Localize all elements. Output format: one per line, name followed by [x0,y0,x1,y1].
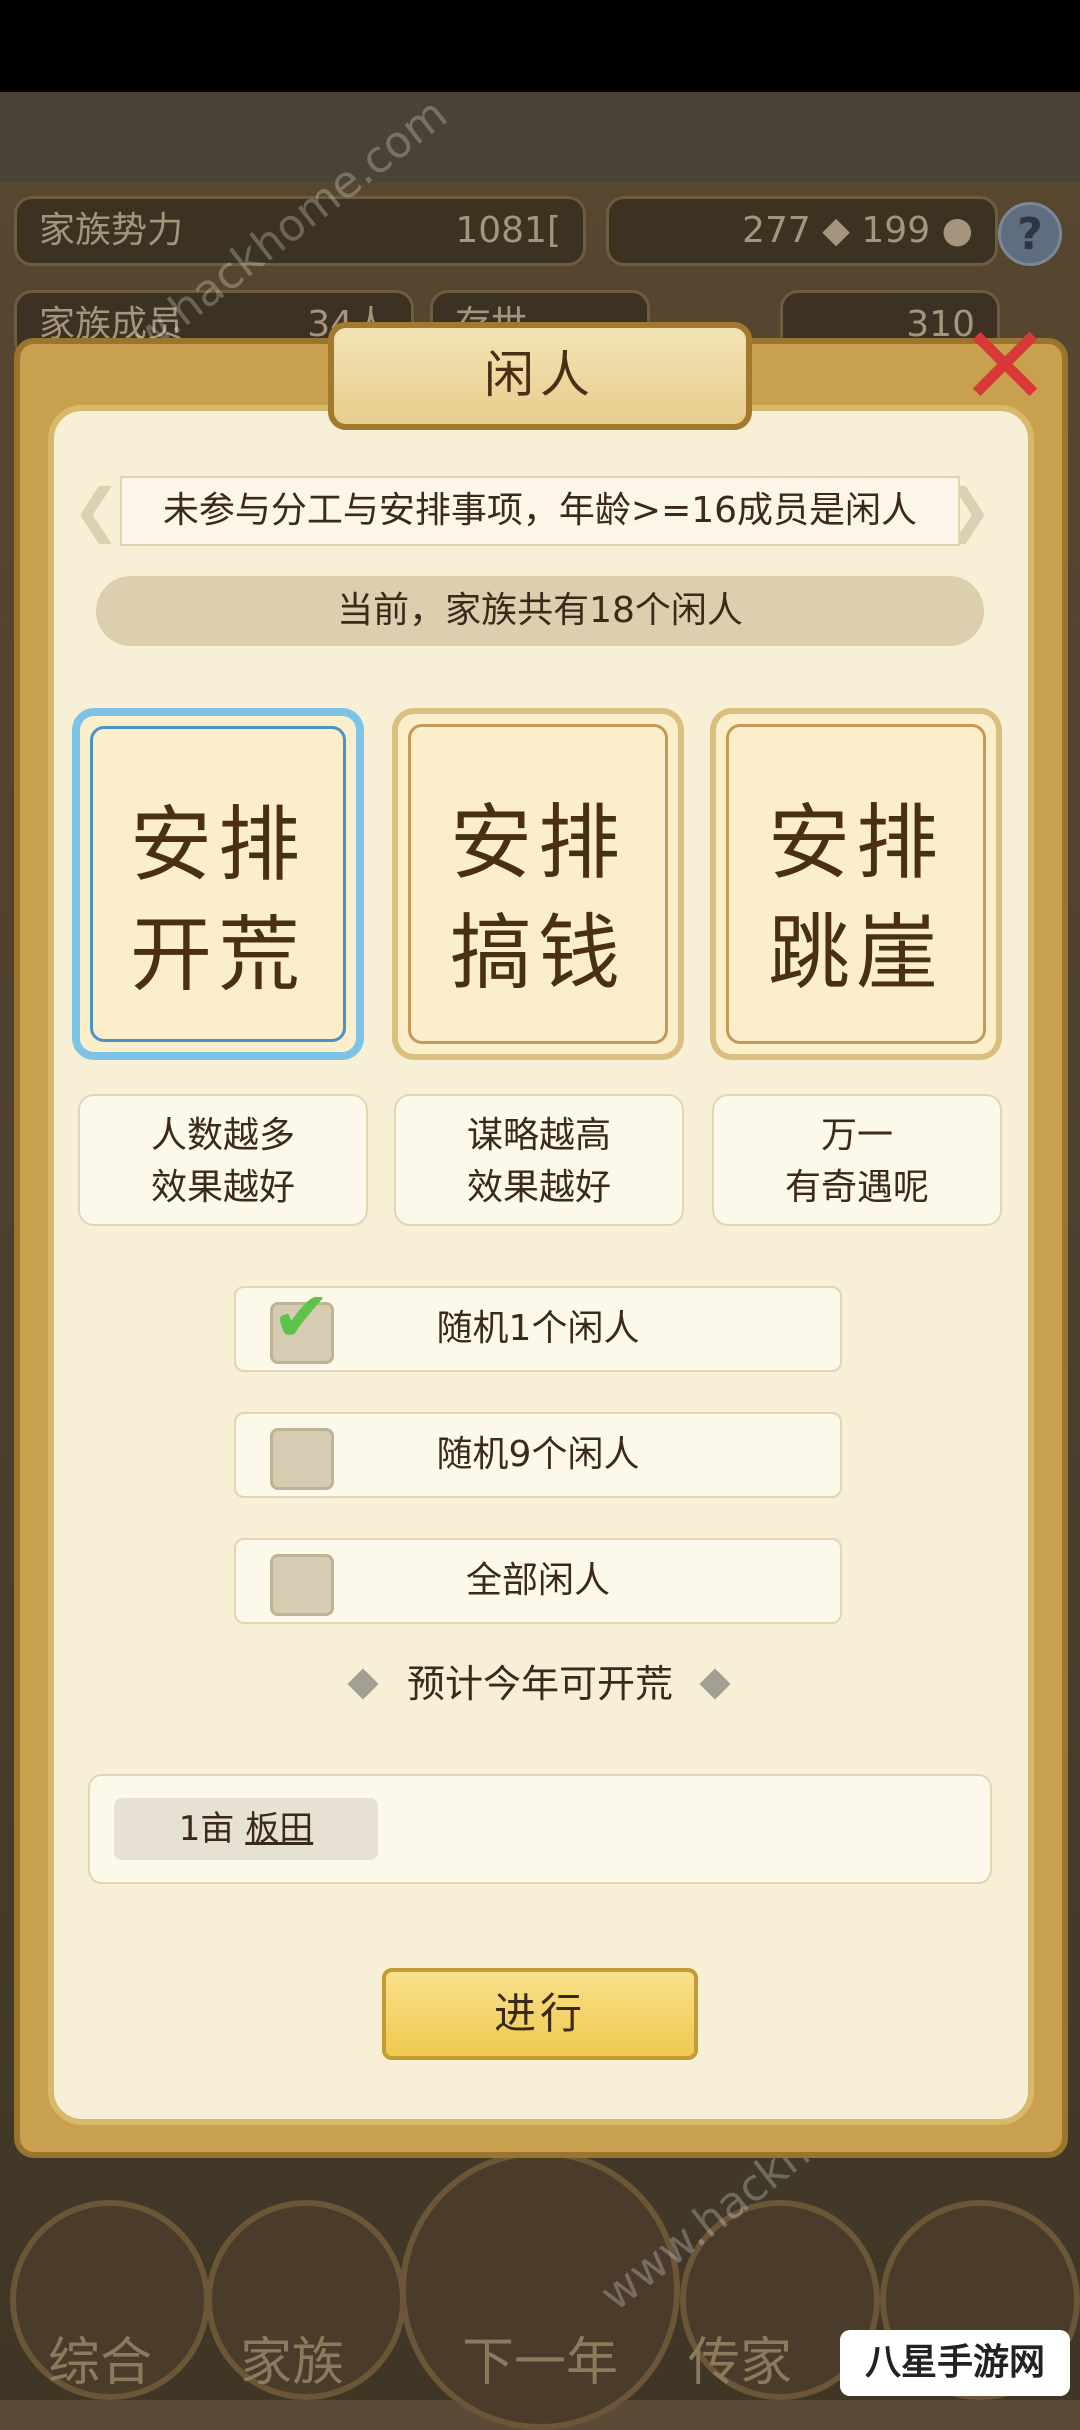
note-line2: 效果越好 [150,1167,295,1208]
silver-icon: ◆ [822,210,850,251]
card-title-line1: 安排 [449,796,626,891]
card-note-cliff: 万一 有奇遇呢 [712,1094,1002,1226]
nav-next-year-label: 下一年 [461,2333,618,2393]
card-assign-cliff[interactable]: 安排 跳崖 [710,708,1002,1060]
confirm-button[interactable]: 进行 [382,1968,698,2060]
currency-stat: 277 ◆ 199 ● [606,196,998,266]
nav-family-label: 家族 [239,2333,344,2393]
note-line1: 人数越多 [150,1115,295,1156]
note-line2: 效果越好 [466,1167,611,1208]
option-label: 全部闲人 [465,1560,610,1601]
option-label: 随机1个闲人 [436,1308,640,1349]
family-power-label: 家族势力 [39,210,184,251]
silver-value: 277 [742,210,811,251]
gold-value: 199 [861,210,931,251]
note-line1: 谋略越高 [466,1115,611,1156]
help-button[interactable]: ? [998,202,1062,266]
family-power-value: 1081[ [455,210,561,251]
card-title-line2: 搞钱 [449,906,626,1001]
brand-logo: 八星手游网 [840,2330,1070,2396]
coin-icon: ● [941,210,973,251]
card-note-reclaim: 人数越多 效果越好 [78,1094,368,1226]
option-all[interactable]: 全部闲人 [234,1538,842,1624]
dialog-description: 未参与分工与安排事项，年龄>=16成员是闲人 [120,476,960,546]
option-random-9[interactable]: 随机9个闲人 [234,1412,842,1498]
result-item-link[interactable]: 板田 [245,1809,313,1849]
card-note-earn: 谋略越高 效果越好 [394,1094,684,1226]
card-assign-reclaim[interactable]: 安排 开荒 [72,708,364,1060]
option-label: 随机9个闲人 [436,1434,640,1475]
dialog-title: 闲人 [328,322,752,430]
nav-overview-label: 综合 [47,2333,152,2393]
card-title-line1: 安排 [129,798,306,893]
close-icon[interactable]: ✕ [950,311,1060,426]
result-chip: 1亩 板田 [114,1798,378,1860]
top-bar-dimmed [0,92,1080,182]
card-assign-earn[interactable]: 安排 搞钱 [392,708,684,1060]
result-amount: 1亩 [178,1809,235,1849]
idle-count: 当前，家族共有18个闲人 [96,576,984,646]
card-title-line2: 跳崖 [767,906,944,1001]
status-bar [0,0,1080,92]
card-title-line1: 安排 [767,796,944,891]
note-line2: 有奇遇呢 [784,1167,929,1208]
nav-heritage-label: 传家 [687,2333,792,2393]
card-title-line2: 开荒 [129,908,306,1003]
option-random-1[interactable]: ✔ 随机1个闲人 [234,1282,842,1372]
note-line1: 万一 [820,1115,893,1156]
